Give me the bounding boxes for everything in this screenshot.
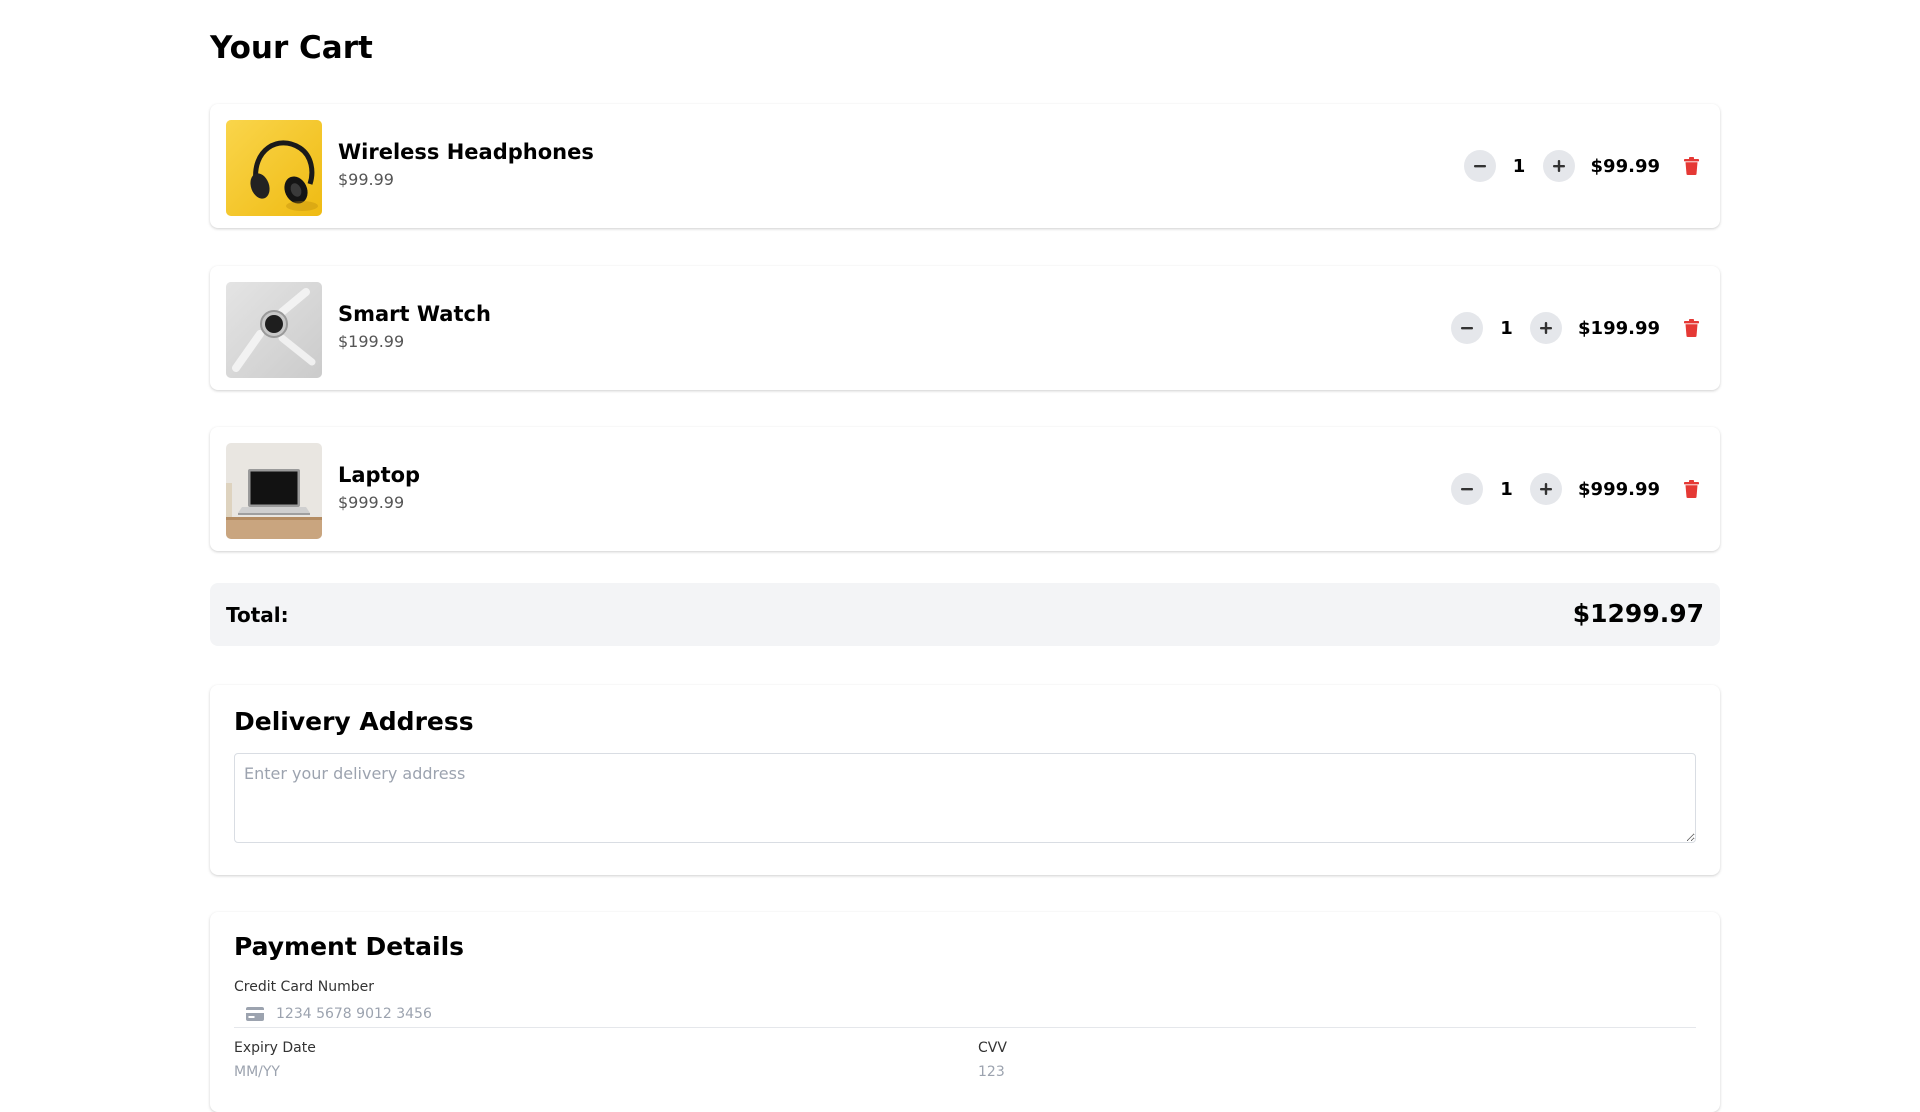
item-controls: 1 $99.99 [1463, 149, 1700, 183]
headphones-image [226, 120, 322, 216]
decrement-button[interactable] [1463, 150, 1496, 182]
remove-item-button[interactable] [1682, 156, 1700, 176]
cart-item: Laptop $999.99 1 $999.99 [210, 427, 1720, 551]
total-value: $1299.97 [1572, 599, 1704, 628]
trash-icon [1683, 157, 1699, 175]
cvv-input[interactable] [978, 1062, 1678, 1082]
line-total: $999.99 [1578, 478, 1660, 500]
expiry-date-input[interactable] [234, 1062, 934, 1082]
plus-icon [1540, 322, 1553, 334]
delivery-address-input[interactable] [234, 753, 1696, 843]
quantity-value: 1 [1500, 317, 1513, 339]
minus-icon [1461, 488, 1474, 491]
cart-item: Smart Watch $199.99 1 $199.99 [210, 266, 1720, 390]
laptop-image [226, 443, 322, 539]
decrement-button[interactable] [1451, 473, 1484, 505]
page-title: Your Cart [210, 30, 373, 66]
remove-item-button[interactable] [1682, 479, 1700, 499]
increment-button[interactable] [1530, 473, 1563, 505]
minus-icon [1461, 327, 1474, 330]
decrement-button[interactable] [1451, 312, 1484, 344]
total-label: Total: [226, 603, 289, 627]
increment-button[interactable] [1542, 150, 1575, 182]
item-controls: 1 $199.99 [1451, 311, 1700, 345]
item-name: Wireless Headphones [338, 140, 594, 164]
quantity-value: 1 [1500, 478, 1513, 500]
card-number-input[interactable] [276, 1004, 876, 1024]
item-name: Laptop [338, 463, 421, 487]
item-name: Smart Watch [338, 302, 491, 326]
cart-page: Your Cart Wireless Headphones $99.99 1 $… [210, 0, 1720, 1112]
card-number-field [234, 998, 1696, 1028]
expiry-date-label: Expiry Date [234, 1040, 316, 1056]
cvv-label: CVV [978, 1040, 1007, 1056]
plus-icon [1552, 160, 1565, 172]
trash-icon [1683, 480, 1699, 498]
payment-details-section: Payment Details Credit Card Number Expir… [210, 912, 1720, 1112]
card-number-label: Credit Card Number [234, 979, 374, 995]
payment-details-title: Payment Details [234, 932, 465, 961]
plus-icon [1540, 483, 1553, 495]
item-controls: 1 $999.99 [1451, 472, 1700, 506]
item-unit-price: $999.99 [338, 493, 405, 512]
delivery-address-title: Delivery Address [234, 707, 474, 736]
cart-total-bar: Total: $1299.97 [210, 583, 1720, 646]
item-unit-price: $199.99 [338, 332, 405, 351]
minus-icon [1473, 165, 1486, 168]
quantity-value: 1 [1512, 155, 1526, 177]
line-total: $199.99 [1578, 317, 1660, 339]
trash-icon [1683, 319, 1699, 337]
credit-card-icon [246, 1007, 264, 1021]
increment-button[interactable] [1530, 312, 1563, 344]
smartwatch-image [226, 282, 322, 378]
item-unit-price: $99.99 [338, 170, 394, 189]
remove-item-button[interactable] [1682, 318, 1700, 338]
delivery-address-section: Delivery Address [210, 685, 1720, 875]
cart-item: Wireless Headphones $99.99 1 $99.99 [210, 104, 1720, 228]
line-total: $99.99 [1590, 155, 1660, 177]
